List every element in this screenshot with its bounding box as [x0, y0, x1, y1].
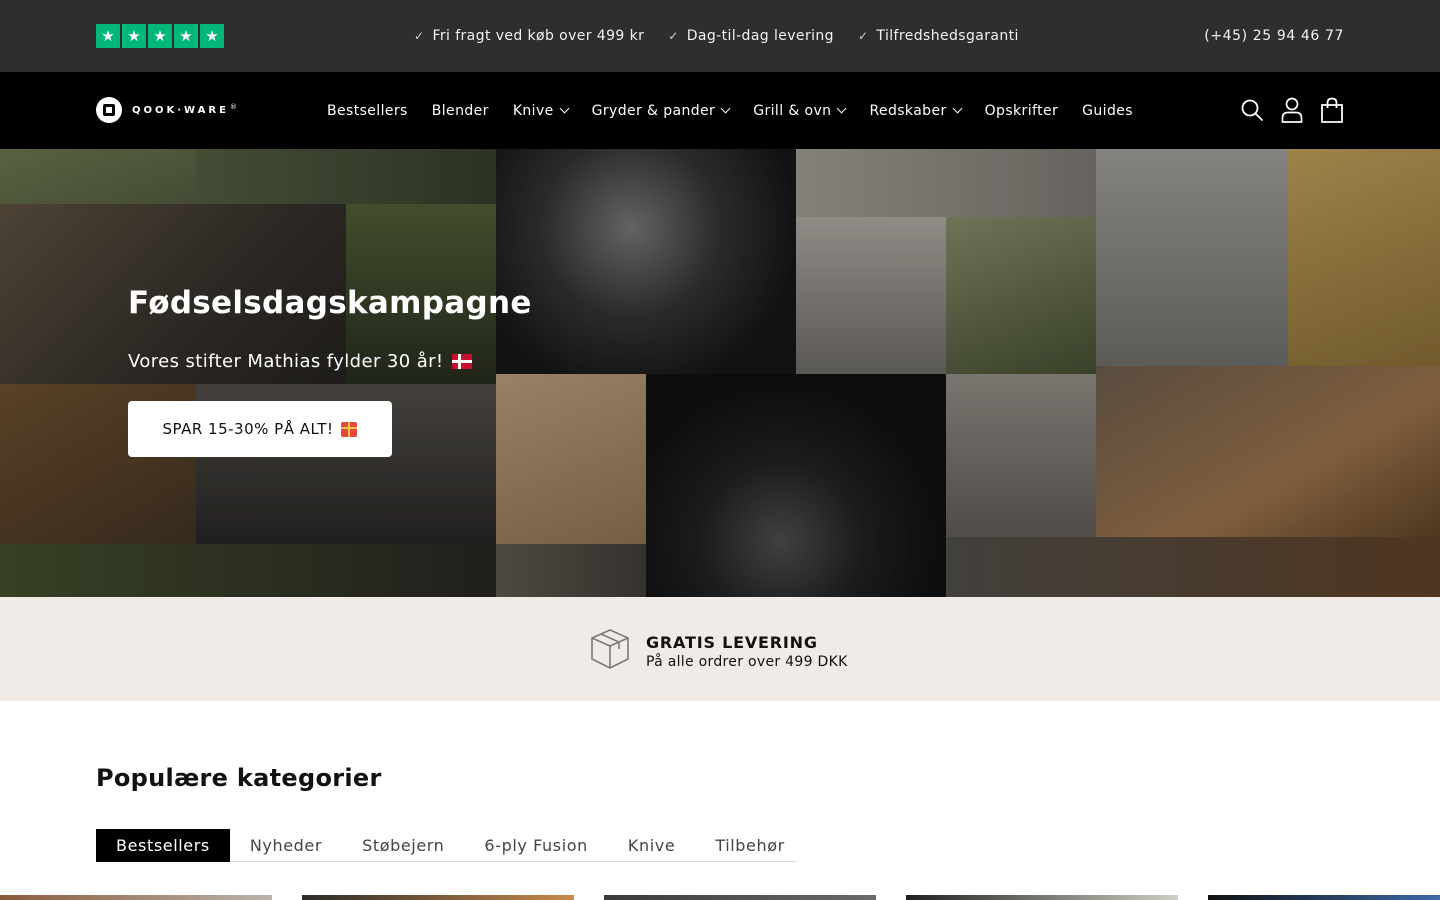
check-icon: ✓ — [668, 29, 679, 43]
hero-overlay — [0, 149, 1440, 597]
hero-subtitle: Vores stifter Mathias fylder 30 år! — [128, 351, 472, 372]
usp-list: ✓ Fri fragt ved køb over 499 kr ✓ Dag-ti… — [414, 0, 1019, 72]
hero-banner: Fødselsdagskampagne Vores stifter Mathia… — [0, 149, 1440, 597]
nav-item-label: Redskaber — [869, 102, 947, 119]
chevron-down-icon — [559, 103, 570, 114]
usp-label: Tilfredshedsgaranti — [876, 28, 1019, 44]
shipping-banner: GRATIS LEVERING På alle ordrer over 499 … — [0, 597, 1440, 701]
product-card[interactable] — [302, 895, 574, 900]
logo-mark-icon — [96, 97, 122, 123]
nav-item-blender[interactable]: Blender — [432, 103, 489, 119]
star-icon: ★ — [122, 24, 146, 48]
chevron-down-icon — [720, 103, 731, 114]
package-icon — [588, 627, 632, 675]
chevron-down-icon — [836, 103, 847, 114]
campaign-cta-label: SPAR 15-30% PÅ ALT! — [162, 420, 334, 438]
nav-item-label: Guides — [1082, 102, 1133, 119]
categories-title: Populære kategorier — [96, 764, 382, 792]
product-card[interactable] — [1208, 895, 1440, 900]
phone-link[interactable]: (+45) 25 94 46 77 — [1204, 0, 1344, 72]
nav-item-gryder-pander[interactable]: Gryder & pander — [591, 102, 731, 119]
tab-6-ply-fusion[interactable]: 6-ply Fusion — [464, 829, 608, 862]
logo-text: QOOK·WARE — [132, 104, 229, 116]
shipping-text: GRATIS LEVERING På alle ordrer over 499 … — [646, 633, 848, 670]
cart-icon[interactable] — [1320, 96, 1344, 124]
logo[interactable]: QOOK·WARE ® — [96, 97, 237, 123]
nav-item-redskaber[interactable]: Redskaber — [869, 102, 963, 119]
star-icon: ★ — [96, 24, 120, 48]
usp-label: Dag-til-dag levering — [686, 28, 834, 44]
hero-title: Fødselsdagskampagne — [128, 285, 532, 321]
danish-flag-icon — [451, 354, 472, 369]
product-card[interactable] — [906, 895, 1178, 900]
hero-subtitle-text: Vores stifter Mathias fylder 30 år! — [128, 351, 444, 372]
nav-item-bestsellers[interactable]: Bestsellers — [327, 103, 408, 119]
chevron-down-icon — [952, 103, 963, 114]
product-grid — [0, 895, 1440, 900]
site-header: QOOK·WARE ® Bestsellers Blender Knive Gry… — [0, 72, 1440, 149]
nav-item-label: Blender — [431, 102, 489, 119]
shipping-subtitle: På alle ordrer over 499 DKK — [646, 653, 848, 670]
check-icon: ✓ — [414, 29, 425, 43]
nav-item-label: Knive — [512, 102, 554, 119]
logo-trademark: ® — [229, 103, 237, 111]
trustpilot-rating[interactable]: ★ ★ ★ ★ ★ — [96, 24, 224, 48]
usp-item: ✓ Tilfredshedsgaranti — [858, 28, 1019, 44]
tab-bestsellers[interactable]: Bestsellers — [96, 829, 230, 862]
nav-item-knive[interactable]: Knive — [512, 102, 570, 119]
tab-tilbehor[interactable]: Tilbehør — [695, 829, 804, 862]
star-icon: ★ — [200, 24, 224, 48]
nav-item-opskrifter[interactable]: Opskrifter — [985, 103, 1059, 119]
usp-label: Fri fragt ved køb over 499 kr — [432, 28, 645, 44]
nav-item-label: Grill & ovn — [753, 102, 832, 119]
nav-item-label: Opskrifter — [984, 102, 1059, 119]
usp-item: ✓ Fri fragt ved køb over 499 kr — [414, 28, 644, 44]
nav-item-label: Bestsellers — [327, 102, 408, 119]
campaign-cta-button[interactable]: SPAR 15-30% PÅ ALT! — [128, 401, 392, 457]
shipping-info: GRATIS LEVERING På alle ordrer over 499 … — [588, 627, 848, 675]
account-icon[interactable] — [1280, 96, 1304, 124]
nav-item-guides[interactable]: Guides — [1082, 103, 1133, 119]
usp-item: ✓ Dag-til-dag levering — [668, 28, 834, 44]
product-card[interactable] — [604, 895, 876, 900]
tab-stobejern[interactable]: Støbejern — [342, 829, 464, 862]
header-actions — [1240, 96, 1344, 124]
nav-item-label: Gryder & pander — [591, 102, 716, 119]
tab-knive[interactable]: Knive — [608, 829, 695, 862]
nav-item-grill-ovn[interactable]: Grill & ovn — [753, 102, 847, 119]
search-icon[interactable] — [1240, 96, 1264, 124]
tab-nyheder[interactable]: Nyheder — [230, 829, 342, 862]
shipping-title: GRATIS LEVERING — [646, 632, 818, 652]
star-icon: ★ — [148, 24, 172, 48]
announcement-bar: ★ ★ ★ ★ ★ ✓ Fri fragt ved køb over 499 k… — [0, 0, 1440, 72]
main-nav: Bestsellers Blender Knive Gryder & pande… — [327, 72, 1133, 149]
gift-icon — [341, 421, 358, 437]
check-icon: ✓ — [857, 29, 869, 43]
category-tabs: Bestsellers Nyheder Støbejern 6-ply Fusi… — [96, 829, 796, 862]
product-card[interactable] — [0, 895, 272, 900]
star-icon: ★ — [174, 24, 198, 48]
